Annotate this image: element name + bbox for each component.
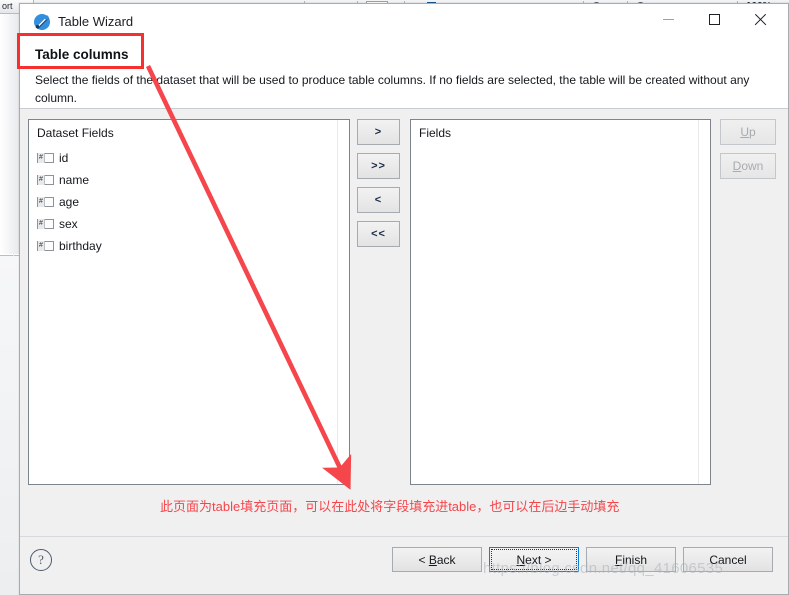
move-up-mnemonic: U — [740, 125, 749, 139]
minimize-button[interactable] — [645, 4, 691, 35]
field-number-icon: # — [37, 175, 54, 185]
list-item-label: id — [59, 151, 69, 165]
next-mnemonic: N — [516, 552, 526, 567]
screenshot-root: ort · · 010 100% — [0, 0, 789, 595]
move-left-label: < — [374, 194, 383, 206]
table-wizard-dialog: Table Wizard Table columns Select the fi… — [19, 3, 789, 595]
move-up-label-rest: p — [748, 125, 756, 139]
list-item-label: sex — [59, 217, 78, 231]
back-button[interactable]: < Back — [392, 547, 482, 572]
order-buttons: Up Down — [720, 119, 780, 187]
move-left-button[interactable]: < — [357, 187, 400, 213]
dataset-fields-scrollbar[interactable] — [337, 120, 349, 484]
move-all-left-button[interactable]: << — [357, 221, 400, 247]
list-item-label: name — [59, 173, 90, 187]
minimize-icon — [662, 19, 674, 20]
move-down-button[interactable]: Down — [720, 153, 776, 179]
back-mnemonic: B — [428, 552, 437, 567]
list-item[interactable]: # id — [37, 147, 347, 169]
list-item[interactable]: # age — [37, 191, 347, 213]
field-number-icon: # — [37, 153, 54, 163]
move-all-left-label: << — [371, 228, 386, 240]
field-number-icon: # — [37, 197, 54, 207]
page-description: Select the fields of the dataset that wi… — [35, 73, 750, 105]
selected-fields-header: Fields — [419, 126, 452, 140]
close-icon — [753, 13, 767, 27]
dialog-header: Table columns Select the fields of the d… — [20, 41, 788, 109]
window-title: Table Wizard — [58, 14, 134, 29]
close-button[interactable] — [737, 4, 783, 35]
selected-fields-scrollbar[interactable] — [698, 120, 710, 484]
dataset-fields-items: # id # name # age # sex # birthday — [37, 147, 347, 257]
dataset-fields-header: Dataset Fields — [37, 126, 114, 140]
transfer-buttons: > >> < << — [357, 119, 403, 255]
dataset-fields-list[interactable]: Dataset Fields # id # name # age # sex #… — [28, 119, 350, 485]
move-down-label-rest: own — [741, 159, 764, 173]
finish-button[interactable]: Finish — [586, 547, 676, 572]
move-right-label: > — [374, 126, 383, 138]
next-button[interactable]: Next > — [489, 547, 579, 572]
cancel-button[interactable]: Cancel — [683, 547, 773, 572]
move-right-button[interactable]: > — [357, 119, 400, 145]
list-item[interactable]: # birthday — [37, 235, 347, 257]
dialog-footer: ? < Back Next > Finish Cancel — [20, 536, 788, 594]
list-item-label: age — [59, 195, 80, 209]
list-item-label: birthday — [59, 239, 102, 253]
move-up-button[interactable]: Up — [720, 119, 776, 145]
birt-wizard-icon — [33, 13, 51, 31]
list-item[interactable]: # name — [37, 169, 347, 191]
selected-fields-list[interactable]: Fields — [410, 119, 711, 485]
maximize-icon — [708, 14, 720, 25]
finish-mnemonic: F — [614, 552, 623, 567]
page-title: Table columns — [35, 47, 129, 62]
help-question-icon[interactable]: ? — [30, 549, 52, 571]
cancel-label: Cancel — [709, 552, 747, 567]
list-item[interactable]: # sex — [37, 213, 347, 235]
field-number-icon: # — [37, 241, 54, 251]
move-all-right-label: >> — [371, 160, 386, 172]
maximize-button[interactable] — [691, 4, 737, 35]
field-number-icon: # — [37, 219, 54, 229]
move-all-right-button[interactable]: >> — [357, 153, 400, 179]
dialog-titlebar[interactable]: Table Wizard — [20, 4, 788, 41]
annotation-note: 此页面为table填充页面，可以在此处将字段填充进table，也可以在后边手动填… — [160, 499, 620, 514]
dialog-body: Dataset Fields # id # name # age # sex #… — [20, 109, 788, 536]
